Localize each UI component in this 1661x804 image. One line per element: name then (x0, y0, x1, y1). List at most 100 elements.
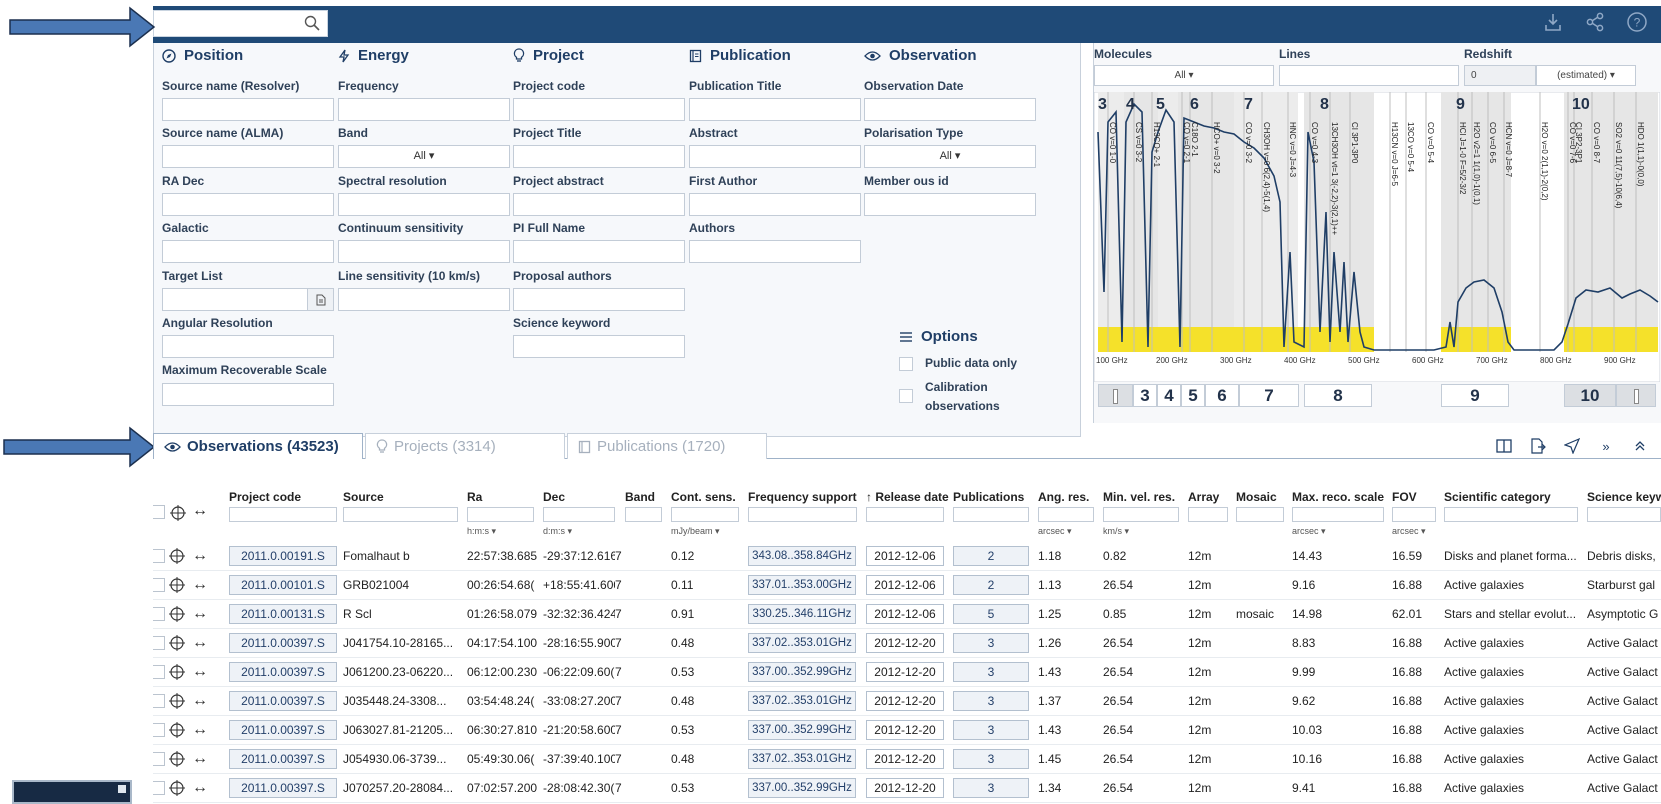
unit-select[interactable]: h:m:s ▾ (467, 526, 496, 537)
proposal-authors-input[interactable] (513, 288, 685, 311)
frequency-support-link[interactable]: 337.02..353.01GHz (748, 691, 856, 711)
public-data-only-checkbox[interactable] (899, 357, 913, 371)
frequency-support-link[interactable]: 337.02..353.01GHz (748, 749, 856, 769)
redshift-input[interactable]: 0 (1464, 65, 1536, 86)
publications-count-link[interactable]: 3 (953, 662, 1029, 682)
column-header[interactable]: Project code (229, 490, 301, 504)
expand-width-icon[interactable]: ↔ (190, 546, 210, 566)
crosshair-icon[interactable] (167, 662, 187, 682)
band-button-3[interactable]: 3 (1133, 384, 1157, 407)
row-checkbox[interactable] (153, 723, 165, 737)
expand-width-icon[interactable]: ↔ (192, 502, 208, 520)
tab-observations[interactable]: Observations (43523) (153, 433, 363, 459)
publications-count-link[interactable]: 5 (953, 604, 1029, 624)
ra-dec-input[interactable] (162, 193, 334, 216)
column-header[interactable]: ↑ Release date (866, 490, 949, 504)
frequency-support-link[interactable]: 337.00..352.99GHz (748, 720, 856, 740)
observation-date-input[interactable] (864, 98, 1036, 121)
frequency-support-link[interactable]: 337.02..353.01GHz (748, 633, 856, 653)
band-button-9[interactable]: 9 (1441, 384, 1509, 407)
crosshair-icon[interactable] (167, 604, 187, 624)
table-row[interactable]: ↔ 2011.0.00397.S J063027.81-21205... 06:30:… (153, 716, 1661, 745)
project-code-link[interactable]: 2011.0.00397.S (229, 720, 337, 740)
split-view-icon[interactable] (1495, 437, 1513, 455)
column-header[interactable]: Band (625, 490, 655, 504)
column-filter-input[interactable] (1038, 507, 1094, 522)
column-filter-input[interactable] (543, 507, 615, 522)
table-row[interactable]: ↔ 2011.0.00397.S J054930.06-3739... 05:49:3… (153, 745, 1661, 774)
row-checkbox[interactable] (153, 665, 165, 679)
column-header[interactable]: Frequency support (748, 490, 857, 504)
molecules-select[interactable]: All ▾ (1094, 65, 1274, 86)
crosshair-icon[interactable] (167, 720, 187, 740)
column-filter-input[interactable] (866, 507, 944, 522)
column-header[interactable]: FOV (1392, 490, 1417, 504)
row-checkbox[interactable] (153, 781, 165, 795)
authors-input[interactable] (689, 240, 861, 263)
frequency-support-link[interactable]: 337.00..352.99GHz (748, 778, 856, 798)
band-button-6[interactable]: 6 (1205, 384, 1239, 407)
column-filter-input[interactable] (1587, 507, 1661, 522)
expand-width-icon[interactable]: ↔ (190, 778, 210, 798)
crosshair-icon[interactable] (167, 546, 187, 566)
row-checkbox[interactable] (153, 752, 165, 766)
expand-width-icon[interactable]: ↔ (190, 662, 210, 682)
project-code-link[interactable]: 2011.0.00191.S (229, 546, 337, 566)
column-filter-input[interactable] (1392, 507, 1436, 522)
publications-count-link[interactable]: 2 (953, 546, 1029, 566)
publications-count-link[interactable]: 3 (953, 749, 1029, 769)
frequency-support-link[interactable]: 337.01..353.00GHz (748, 575, 856, 595)
column-filter-input[interactable] (1103, 507, 1179, 522)
max-recoverable-scale-input[interactable] (162, 383, 334, 406)
expand-width-icon[interactable]: ↔ (190, 691, 210, 711)
crosshair-icon[interactable] (167, 633, 187, 653)
continuum-sensitivity-input[interactable] (338, 240, 510, 263)
column-filter-input[interactable] (1236, 507, 1284, 522)
column-filter-input[interactable] (625, 507, 662, 522)
expand-width-icon[interactable]: ↔ (190, 720, 210, 740)
publications-count-link[interactable]: 3 (953, 633, 1029, 653)
unit-select[interactable]: km/s ▾ (1103, 526, 1129, 537)
column-header[interactable]: Ra (467, 490, 482, 504)
band-select[interactable]: All ▾ (338, 145, 510, 168)
column-filter-input[interactable] (467, 507, 534, 522)
table-row[interactable]: ↔ 2011.0.00131.S R Scl 01:26:58.079 -32:32:3… (153, 600, 1661, 629)
collapse-down-icon[interactable]: » (1597, 437, 1615, 455)
download-icon[interactable] (1541, 10, 1565, 34)
publications-count-link[interactable]: 3 (953, 691, 1029, 711)
table-row[interactable]: ↔ 2011.0.00397.S J070257.20-28084... 07:02:… (153, 774, 1661, 803)
band-button-7[interactable]: 7 (1239, 384, 1299, 407)
row-checkbox[interactable] (153, 549, 165, 563)
column-filter-input[interactable] (953, 507, 1029, 522)
crosshair-icon[interactable] (167, 749, 187, 769)
file-upload-button[interactable] (307, 288, 334, 311)
project-title-input[interactable] (513, 145, 685, 168)
atmospheric-transmission-chart[interactable]: 3 4 5 6 7 8 9 10 CO v=0 1-0 CS v=0 3-2 H… (1094, 92, 1660, 382)
spectral-resolution-input[interactable] (338, 193, 510, 216)
table-row[interactable]: ↔ 2011.0.00191.S Fomalhaut b 22:57:38.685 -2… (153, 542, 1661, 571)
column-header[interactable]: Source (343, 490, 384, 504)
band-button-8[interactable]: 8 (1304, 384, 1372, 407)
unit-select[interactable]: d:m:s ▾ (543, 526, 572, 537)
column-filter-input[interactable] (1292, 507, 1384, 522)
project-code-input[interactable] (513, 98, 685, 121)
table-row[interactable]: ↔ 2011.0.00397.S J035448.24-3308... 03:54:4… (153, 687, 1661, 716)
column-header[interactable]: Max. reco. scale (1292, 490, 1384, 504)
tab-publications[interactable]: Publications (1720) (567, 433, 767, 459)
row-checkbox[interactable] (153, 636, 165, 650)
send-icon[interactable] (1563, 437, 1581, 455)
project-code-link[interactable]: 2011.0.00397.S (229, 633, 337, 653)
member-ous-id-input[interactable] (864, 193, 1036, 216)
column-header[interactable]: Dec (543, 490, 565, 504)
unit-select[interactable]: arcsec ▾ (1038, 526, 1072, 537)
range-slider-left[interactable] (1098, 384, 1133, 407)
slider-handle[interactable] (1113, 389, 1118, 405)
crosshair-icon[interactable] (167, 575, 187, 595)
tab-projects[interactable]: Projects (3314) (365, 433, 565, 459)
crosshair-icon[interactable] (170, 505, 186, 524)
share-icon[interactable] (1583, 10, 1607, 34)
polarisation-select[interactable]: All ▾ (864, 145, 1036, 168)
column-filter-input[interactable] (1188, 507, 1228, 522)
band-button-4[interactable]: 4 (1157, 384, 1181, 407)
project-code-link[interactable]: 2011.0.00131.S (229, 604, 337, 624)
